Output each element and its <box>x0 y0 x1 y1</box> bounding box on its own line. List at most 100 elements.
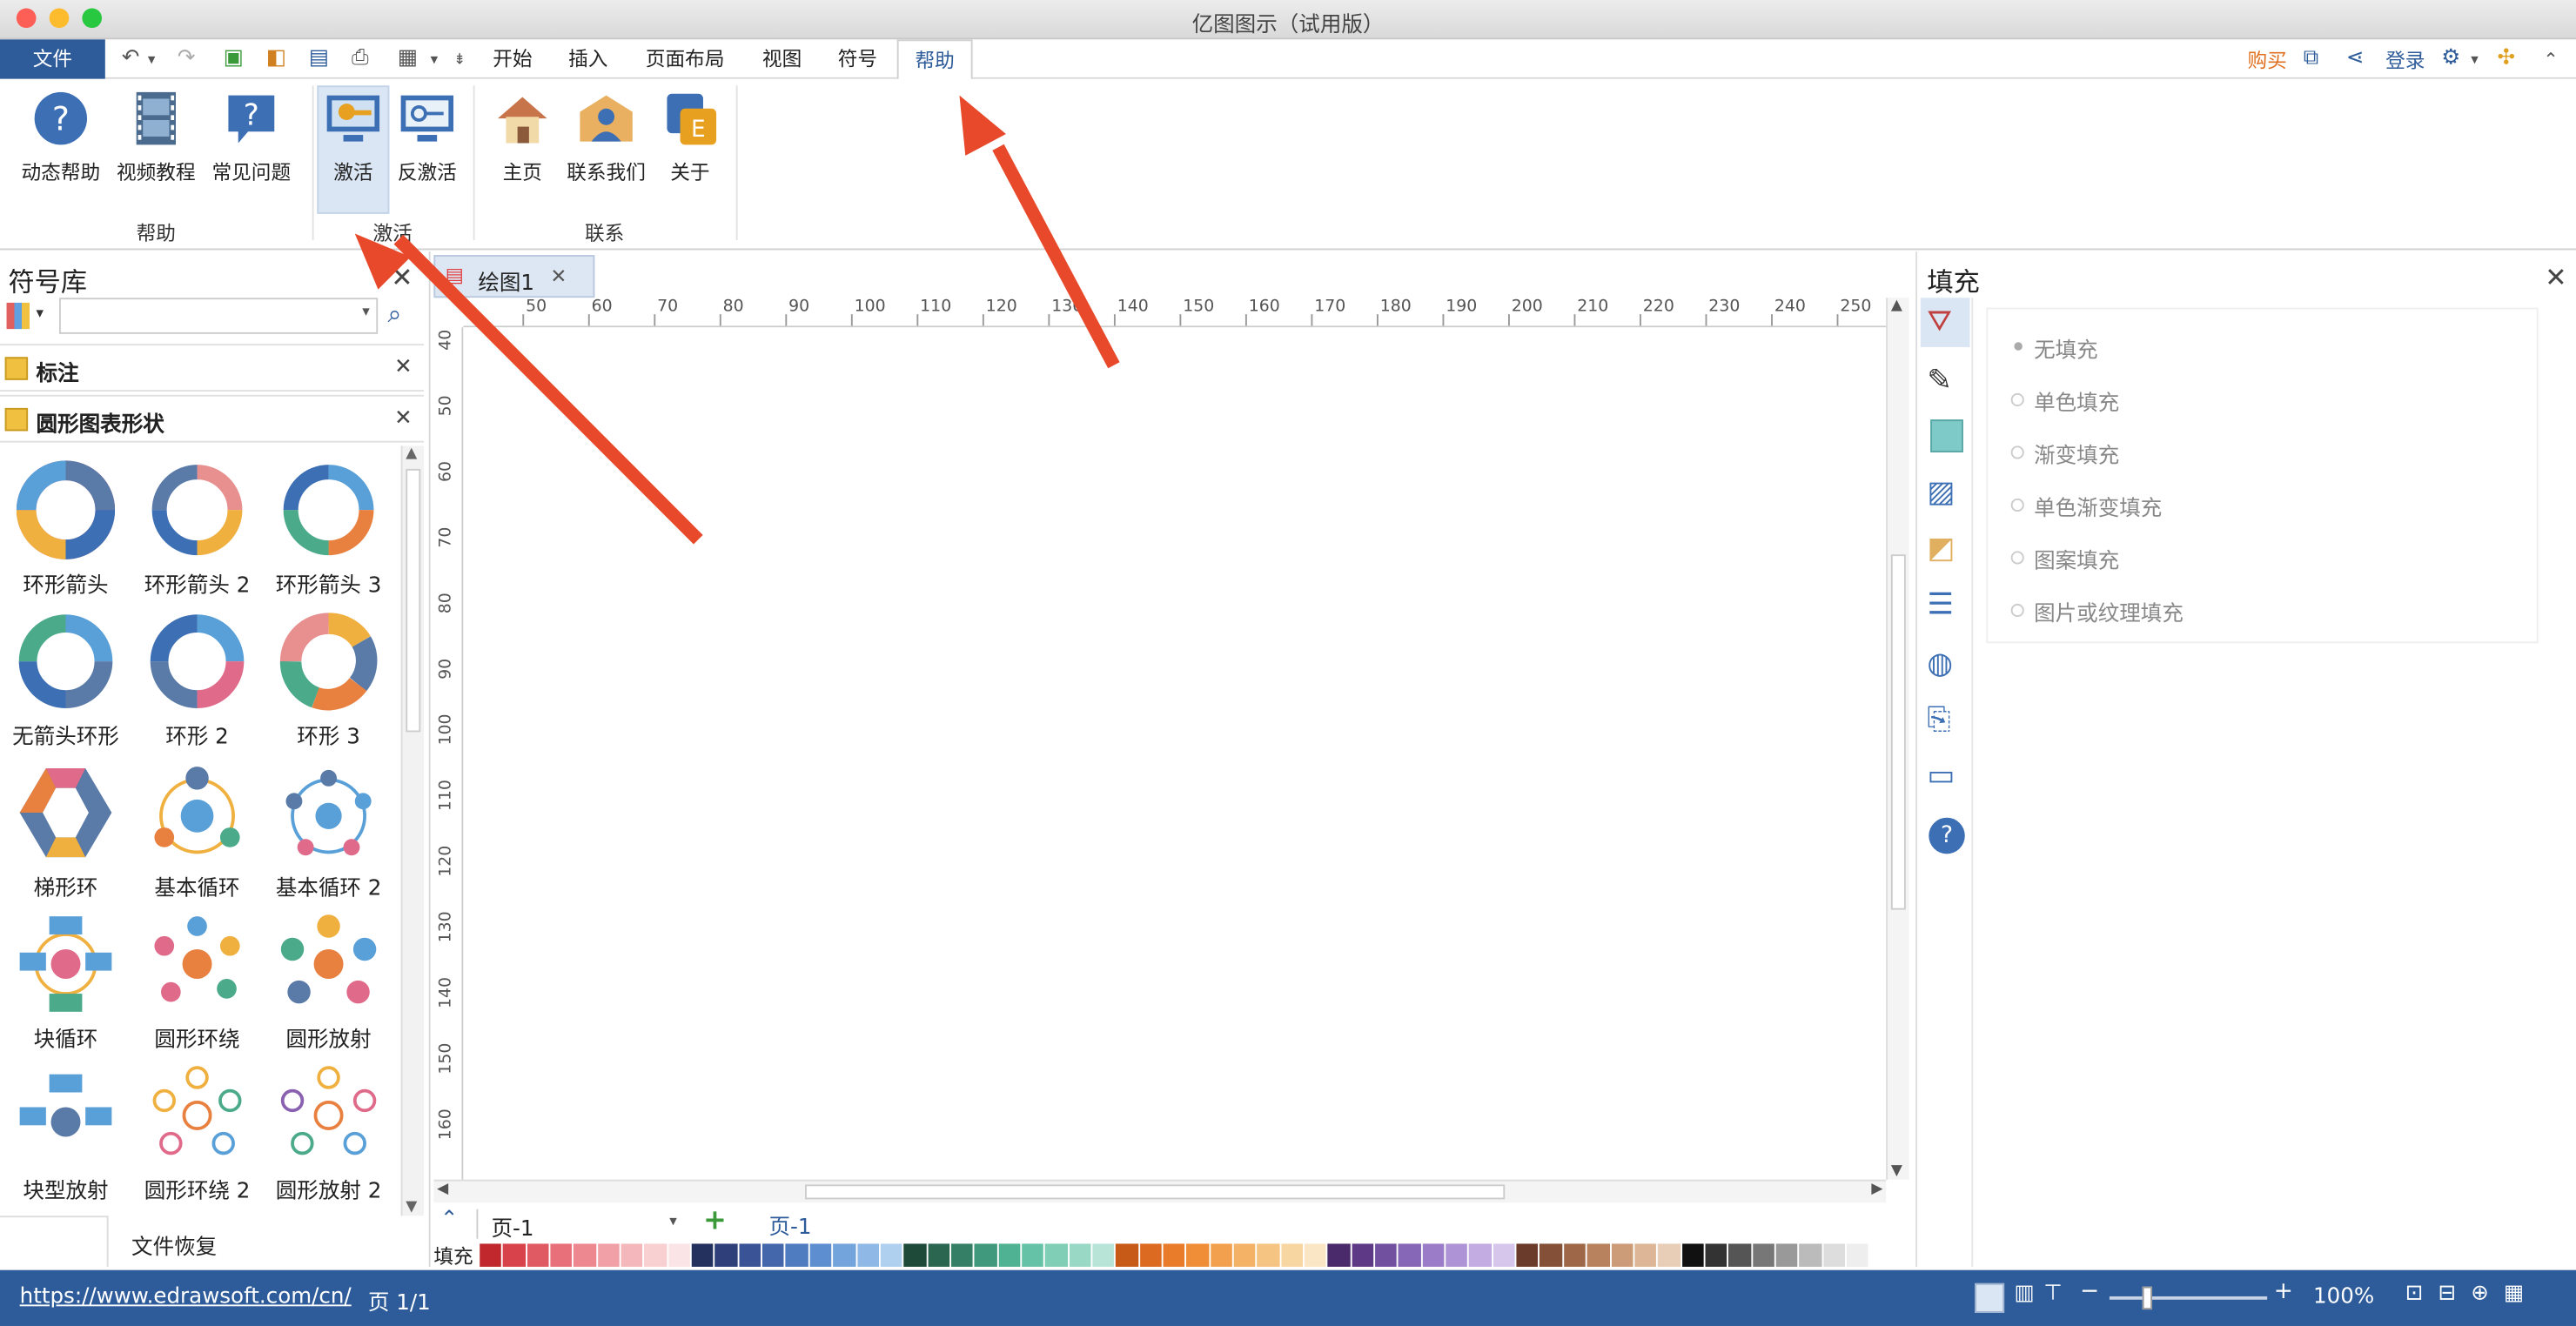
zoom-level[interactable]: 100% <box>2313 1285 2374 1309</box>
color-swatch[interactable] <box>856 1243 879 1267</box>
save-icon[interactable]: ▤ <box>309 46 329 70</box>
new-file-icon[interactable]: ▣ <box>224 46 244 70</box>
open-file-icon[interactable]: ◧ <box>266 46 286 70</box>
color-swatch[interactable] <box>1092 1243 1115 1267</box>
color-swatch[interactable] <box>1210 1243 1232 1267</box>
color-swatch[interactable] <box>715 1243 738 1267</box>
shape-trapezoid-ring[interactable]: 梯形环 <box>0 761 131 901</box>
library-bottom-tab[interactable] <box>0 1216 109 1267</box>
tab-view[interactable]: 视图 <box>749 39 815 78</box>
color-swatch[interactable] <box>1352 1243 1374 1267</box>
color-swatch[interactable] <box>880 1243 902 1267</box>
color-swatch[interactable] <box>809 1243 832 1267</box>
tab-start[interactable]: 开始 <box>480 39 546 78</box>
color-swatch[interactable] <box>1233 1243 1256 1267</box>
color-swatch[interactable] <box>997 1243 1021 1267</box>
color-swatch[interactable] <box>1799 1243 1821 1267</box>
color-swatch[interactable] <box>1752 1243 1774 1267</box>
login-link[interactable]: 登录 <box>2385 46 2425 74</box>
export-dropdown-icon[interactable]: ▾ <box>431 53 439 70</box>
tab-symbol[interactable]: 符号 <box>825 39 891 78</box>
color-swatch[interactable] <box>974 1243 997 1267</box>
color-swatch[interactable] <box>1728 1243 1751 1267</box>
color-swatch[interactable] <box>1069 1243 1091 1267</box>
color-swatch[interactable] <box>1163 1243 1185 1267</box>
image-icon[interactable]: ▨ <box>1927 475 1966 514</box>
color-swatch[interactable] <box>1422 1243 1445 1267</box>
color-swatch[interactable] <box>1540 1243 1562 1267</box>
color-swatch[interactable] <box>1846 1243 1868 1267</box>
color-swatch[interactable] <box>1139 1243 1162 1267</box>
undo-icon[interactable]: ↶ <box>122 46 140 70</box>
color-swatch[interactable] <box>1022 1243 1044 1267</box>
shape-circular-radial-2[interactable]: 圆形放射 2 <box>263 1064 394 1204</box>
normal-view-icon[interactable] <box>1975 1282 2005 1313</box>
scroll-left-icon[interactable]: ◀ <box>437 1182 448 1198</box>
buy-link[interactable]: 购买 <box>2248 46 2287 74</box>
print-icon[interactable]: ⎙ <box>352 46 369 70</box>
zoom-tool-icon[interactable]: ⊕ <box>2471 1282 2489 1306</box>
shape-ring-2[interactable]: 环形 2 <box>131 610 263 750</box>
shape-basic-cycle-2[interactable]: 基本循环 2 <box>263 761 394 901</box>
library-section-callout[interactable]: 标注 ✕ <box>0 344 425 392</box>
color-swatch[interactable] <box>1304 1243 1327 1267</box>
website-link[interactable]: https://www.edrawsoft.com/cn/ <box>20 1285 352 1309</box>
color-swatch[interactable] <box>667 1243 691 1267</box>
color-swatch[interactable] <box>503 1243 526 1267</box>
close-tab-icon[interactable]: ✕ <box>550 265 567 287</box>
file-menu-button[interactable]: 文件 <box>0 39 105 79</box>
color-swatch[interactable] <box>480 1243 502 1267</box>
shape-block-cycle[interactable]: 块循环 <box>0 913 131 1053</box>
fill-option-picture-texture[interactable]: 图片或纹理填充 <box>2010 595 2184 626</box>
fill-option-mono-gradient[interactable]: 单色渐变填充 <box>2010 490 2162 521</box>
color-swatch[interactable] <box>950 1243 973 1267</box>
comment-icon[interactable]: ▭ <box>1927 759 1966 798</box>
tab-help[interactable]: 帮助 <box>896 39 973 81</box>
redo-icon[interactable]: ↷ <box>178 46 196 70</box>
canvas-horizontal-scrollbar[interactable]: ◀ ▶ <box>433 1179 1887 1203</box>
tab-insert[interactable]: 插入 <box>555 39 621 78</box>
paint-bucket-icon[interactable]: ⛛ <box>1927 305 1966 344</box>
hyperlink-globe-icon[interactable]: ◍ <box>1927 646 1966 686</box>
attachment-icon[interactable]: ⎘ <box>1927 702 1966 741</box>
collapse-ribbon-icon[interactable]: ⌃ <box>2543 50 2558 71</box>
color-swatch[interactable] <box>833 1243 855 1267</box>
close-fill-panel-icon[interactable]: ✕ <box>2545 262 2566 293</box>
shape-basic-cycle[interactable]: 基本循环 <box>131 761 263 901</box>
page-view-icon[interactable]: ▥ <box>2014 1282 2034 1306</box>
shape-circular-arrow[interactable]: 环形箭头 <box>0 459 131 599</box>
page-navigator-up-icon[interactable]: ⌃ <box>440 1208 459 1232</box>
search-icon[interactable]: ⌕ <box>388 299 402 329</box>
dynamic-help-button[interactable]: ? 动态帮助 <box>17 89 105 186</box>
color-swatch[interactable] <box>644 1243 667 1267</box>
color-swatch[interactable] <box>1775 1243 1798 1267</box>
color-swatch[interactable] <box>1563 1243 1587 1267</box>
share-icon[interactable]: ⋖ <box>2346 46 2365 70</box>
fill-option-gradient[interactable]: 渐变填充 <box>2010 438 2119 469</box>
color-swatch[interactable] <box>574 1243 596 1267</box>
color-swatch[interactable] <box>762 1243 785 1267</box>
scroll-down-icon[interactable]: ▼ <box>406 1199 417 1216</box>
shadow-icon[interactable] <box>1930 419 1963 452</box>
fill-option-solid[interactable]: 单色填充 <box>2010 385 2119 416</box>
library-search-input[interactable]: ▾ <box>58 298 379 334</box>
color-swatch[interactable] <box>1186 1243 1209 1267</box>
deactivate-button[interactable]: 反激活 <box>391 89 463 186</box>
shape-circular-surround[interactable]: 圆形环绕 <box>131 913 263 1053</box>
color-swatch[interactable] <box>1399 1243 1421 1267</box>
color-swatch[interactable] <box>927 1243 949 1267</box>
shape-circular-arrow-2[interactable]: 环形箭头 2 <box>131 459 263 599</box>
scroll-down-icon[interactable]: ▼ <box>1891 1163 1902 1180</box>
settings-dropdown-icon[interactable]: ▾ <box>2471 53 2479 70</box>
canvas-hscroll-thumb[interactable] <box>805 1184 1506 1200</box>
zoom-in-icon[interactable]: + <box>2274 1278 2293 1304</box>
close-section-icon[interactable]: ✕ <box>394 406 413 431</box>
color-swatch[interactable] <box>621 1243 643 1267</box>
shape-ring-3[interactable]: 环形 3 <box>263 610 394 750</box>
export-icon[interactable]: ▦ <box>398 46 418 70</box>
color-swatch[interactable] <box>739 1243 761 1267</box>
undo-dropdown-icon[interactable]: ▾ <box>148 53 156 70</box>
scroll-right-icon[interactable]: ▶ <box>1871 1182 1882 1198</box>
library-categories-icon[interactable] <box>6 302 30 330</box>
close-section-icon[interactable]: ✕ <box>394 355 413 379</box>
